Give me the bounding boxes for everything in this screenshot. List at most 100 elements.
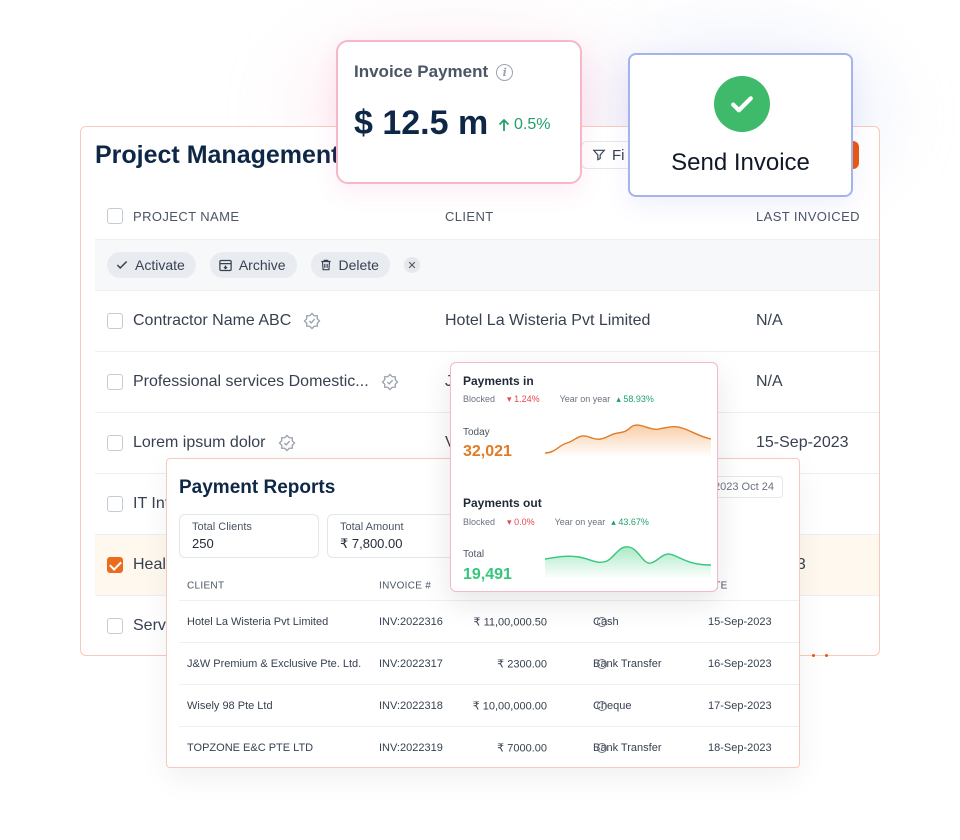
payments-out-title: Payments out <box>463 496 542 510</box>
close-icon[interactable]: ✕ <box>403 257 420 273</box>
row-checkbox[interactable] <box>107 313 123 329</box>
report-invoice: INV:2022317 <box>379 657 443 670</box>
report-date: 17-Sep-2023 <box>708 699 772 712</box>
payments-in-meta: Blocked ▾ 1.24% Year on year ▴ 58.93% <box>463 394 654 405</box>
info-icon[interactable]: i <box>597 616 607 627</box>
send-invoice-label: Send Invoice <box>671 149 810 176</box>
date-range-picker[interactable]: 2023 Oct 24 <box>707 476 783 498</box>
report-amount: ₹ 7000.00 <box>497 742 547 754</box>
total-clients-stat: Total Clients 250 <box>179 514 319 558</box>
yoy-change-value: 58.93% <box>623 394 654 404</box>
client-cell: Hotel La Wisteria Pvt Limited <box>445 312 651 329</box>
project-name-cell: Contractor Name ABC <box>133 312 321 330</box>
report-invoice: INV:2022318 <box>379 699 443 712</box>
activate-button[interactable]: Activate <box>107 252 196 278</box>
project-name-cell: IT Int <box>133 495 169 513</box>
filter-icon <box>592 149 606 161</box>
archive-button[interactable]: Archive <box>209 252 297 278</box>
info-icon[interactable]: i <box>597 658 607 669</box>
blocked-change: ▾ 0.0% <box>507 517 535 527</box>
column-header-invoice: INVOICE # <box>379 580 432 591</box>
info-icon[interactable]: i <box>597 742 607 753</box>
activate-label: Activate <box>135 257 185 273</box>
payments-out-sublabel: Total <box>463 549 485 560</box>
row-checkbox[interactable] <box>107 496 123 512</box>
decorative-dots <box>812 654 828 657</box>
invoice-payment-card: Invoice Payment i $ 12.5 m 0.5% <box>336 40 582 184</box>
row-checkbox[interactable] <box>107 374 123 390</box>
report-client: J&W Premium & Exclusive Pte. Ltd. <box>187 657 362 670</box>
blocked-change-value: 1.24% <box>514 394 540 404</box>
trash-icon <box>320 259 331 271</box>
report-amount: ₹ 10,00,000.00 <box>472 700 547 712</box>
report-date: 15-Sep-2023 <box>708 615 772 628</box>
table-row[interactable]: J&W Premium & Exclusive Pte. Ltd. INV:202… <box>179 643 799 685</box>
table-row[interactable]: Wisely 98 Pte Ltd INV:2022318 ₹ 10,00,000.… <box>179 685 799 727</box>
filter-label: Fi <box>612 146 625 164</box>
payments-out-sparkline <box>545 546 711 579</box>
report-amount: ₹ 11,00,000.50 <box>473 616 547 628</box>
payment-reports-title: Payment Reports <box>179 477 336 498</box>
report-invoice: INV:2022316 <box>379 615 443 628</box>
blocked-label: Blocked <box>463 394 496 404</box>
report-amount: ₹ 2300.00 <box>497 658 547 670</box>
last-invoiced-cell: 15-Sep-2023 <box>756 434 849 451</box>
invoice-payment-amount: $ 12.5 m <box>354 104 489 142</box>
project-name: Lorem ipsum dolor <box>133 434 266 451</box>
stat-label: Total Amount <box>340 521 404 533</box>
report-date: 18-Sep-2023 <box>708 741 772 754</box>
row-checkbox[interactable] <box>107 557 123 573</box>
table-row[interactable]: Hotel La Wisteria Pvt Limited INV:2022316… <box>179 601 799 643</box>
arrow-up-icon <box>498 118 510 131</box>
select-all-checkbox[interactable] <box>107 208 123 224</box>
delete-button[interactable]: Delete <box>310 252 390 278</box>
invoice-payment-label: Invoice Payment <box>354 62 489 81</box>
column-header-client: CLIENT <box>445 208 494 224</box>
project-name: Heal <box>133 556 166 573</box>
payments-out-value: 19,491 <box>463 566 512 583</box>
column-header-last-invoiced: LAST INVOICED <box>756 208 860 224</box>
yoy-label: Year on year <box>559 394 611 404</box>
last-invoiced-cell: N/A <box>756 373 783 390</box>
project-name-cell: Heal <box>133 556 166 574</box>
table-header: PROJECT NAME CLIENT LAST INVOICED <box>95 193 879 239</box>
column-header-project-name: PROJECT NAME <box>133 208 240 224</box>
column-header-client: CLIENT <box>187 580 225 591</box>
blocked-change-value: 0.0% <box>514 517 535 527</box>
payments-in-sublabel: Today <box>463 427 490 438</box>
stat-value: ₹ 7,800.00 <box>340 536 403 551</box>
stat-label: Total Clients <box>192 521 252 533</box>
send-invoice-card[interactable]: Send Invoice <box>628 53 853 197</box>
delete-label: Delete <box>338 257 379 273</box>
page-title: Project Management <box>95 141 340 169</box>
project-name-cell: Lorem ipsum dolor <box>133 434 296 452</box>
bulk-actions-bar: Activate Archive Delete ✕ <box>95 239 879 291</box>
yoy-label: Year on year <box>554 517 606 527</box>
invoice-payment-label-row: Invoice Payment i <box>354 62 514 82</box>
payments-in-title: Payments in <box>463 374 534 388</box>
yoy-change: ▴ 58.93% <box>616 394 654 404</box>
report-client: Hotel La Wisteria Pvt Limited <box>187 615 329 628</box>
info-icon[interactable]: i <box>597 700 607 711</box>
payments-in-value: 32,021 <box>463 443 512 460</box>
yoy-change-value: 43.67% <box>618 517 649 527</box>
check-icon <box>116 260 128 269</box>
blocked-label: Blocked <box>463 517 496 527</box>
last-invoiced-cell: N/A <box>756 312 783 329</box>
archive-label: Archive <box>238 257 286 273</box>
row-checkbox[interactable] <box>107 618 123 634</box>
report-invoice: INV:2022319 <box>379 741 443 754</box>
project-name: IT Int <box>133 495 170 512</box>
stat-value: 250 <box>192 536 214 551</box>
table-row[interactable]: TOPZONE E&C PTE LTD INV:2022319 ₹ 7000.00 B… <box>179 727 799 767</box>
row-checkbox[interactable] <box>107 435 123 451</box>
info-icon[interactable]: i <box>496 63 514 81</box>
verified-badge-icon <box>381 373 399 391</box>
project-name: Contractor Name ABC <box>133 312 292 329</box>
total-amount-stat: Total Amount ₹ 7,800.00 <box>327 514 467 558</box>
report-client: Wisely 98 Pte Ltd <box>187 699 273 712</box>
invoice-payment-change-value: 0.5% <box>514 116 551 133</box>
project-name: Serv <box>133 617 166 634</box>
archive-icon <box>219 259 232 271</box>
table-row[interactable]: Contractor Name ABC Hotel La Wisteria Pvt… <box>95 291 879 352</box>
